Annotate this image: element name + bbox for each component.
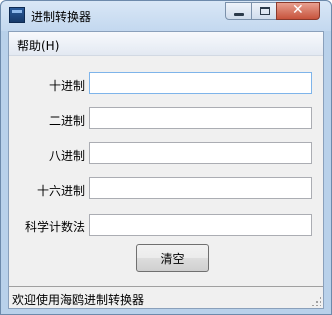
app-window: 进制转换器 ✕ 帮助(H) 十进制 二进制 八进制 十六进制 科学计数法 清空 … xyxy=(0,0,332,315)
resize-grip-icon[interactable] xyxy=(311,296,321,306)
app-icon[interactable] xyxy=(9,7,25,23)
label-decimal: 十进制 xyxy=(48,79,85,93)
close-button[interactable]: ✕ xyxy=(276,2,320,20)
client-area: 帮助(H) 十进制 二进制 八进制 十六进制 科学计数法 清空 欢迎使用海鸥进制… xyxy=(8,31,324,309)
binary-input[interactable] xyxy=(89,107,312,129)
minimize-icon xyxy=(234,13,244,16)
title-bar[interactable]: 进制转换器 ✕ xyxy=(1,1,331,31)
label-scientific: 科学计数法 xyxy=(24,220,85,234)
window-title: 进制转换器 xyxy=(31,10,92,24)
decimal-input[interactable] xyxy=(89,72,312,94)
minimize-button[interactable] xyxy=(225,2,252,20)
status-bar: 欢迎使用海鸥进制转换器 xyxy=(9,286,323,308)
maximize-icon xyxy=(260,7,270,15)
scientific-notation-input[interactable] xyxy=(89,214,312,236)
status-text: 欢迎使用海鸥进制转换器 xyxy=(12,293,145,307)
close-icon: ✕ xyxy=(292,2,304,18)
label-hexadecimal: 十六进制 xyxy=(36,184,85,198)
hexadecimal-input[interactable] xyxy=(89,177,312,199)
label-binary: 二进制 xyxy=(48,114,85,128)
clear-button[interactable]: 清空 xyxy=(136,244,209,272)
label-octal: 八进制 xyxy=(48,149,85,163)
menu-bar: 帮助(H) xyxy=(9,32,323,56)
maximize-button[interactable] xyxy=(251,2,277,20)
menu-help[interactable]: 帮助(H) xyxy=(17,37,59,54)
octal-input[interactable] xyxy=(89,142,312,164)
